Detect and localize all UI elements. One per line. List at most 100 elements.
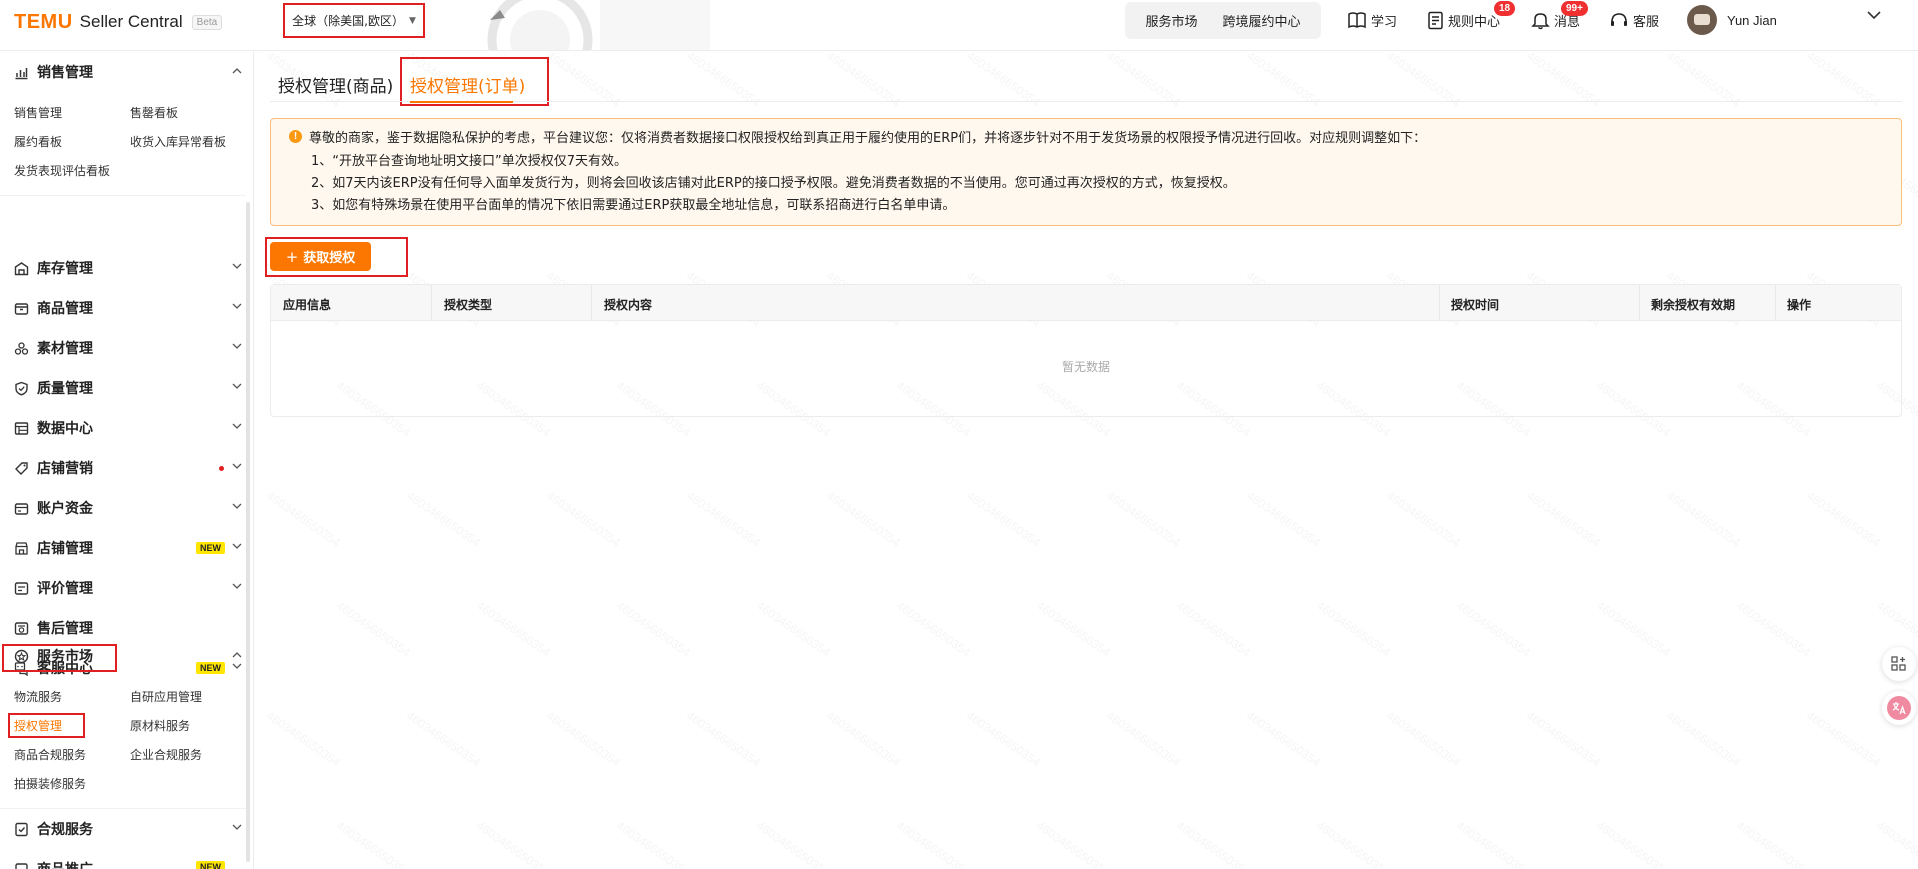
- watermark-text: 4603466650354: [1594, 818, 1673, 869]
- tab-divider: [270, 101, 1902, 102]
- watermark-text: 4603466650354: [1594, 598, 1673, 659]
- sidebar-item-label: 账户资金: [37, 501, 93, 517]
- chevron-down-icon: [232, 583, 242, 589]
- sidebar-item-label: 数据中心: [37, 421, 93, 437]
- get-authorization-button[interactable]: + 获取授权: [270, 242, 371, 271]
- watermark-text: 4603466650354: [1664, 708, 1743, 769]
- new-badge: NEW: [196, 542, 225, 554]
- sidebar-item-wallet[interactable]: 账户资金: [0, 491, 246, 525]
- sidebar-item-label: 售后管理: [37, 621, 93, 637]
- column-separator: [431, 285, 432, 321]
- column-separator: [591, 285, 592, 321]
- translate-button[interactable]: [1882, 691, 1916, 725]
- watermark-text: 4603466650354: [894, 818, 973, 869]
- compliance-icon: [15, 822, 28, 837]
- watermark-text: 4603466650354: [1734, 598, 1813, 659]
- watermark-text: 4603466650354: [264, 488, 343, 549]
- sidebar-item-service-market[interactable]: 服务市场: [0, 639, 246, 673]
- chevron-down-icon[interactable]: [1866, 10, 1882, 20]
- column-header: 授权内容: [604, 298, 653, 312]
- divider: [0, 808, 246, 809]
- temu-logo[interactable]: TEMU Seller Central Beta: [14, 10, 223, 33]
- sidebar-item-tag[interactable]: 店铺营销: [0, 451, 246, 485]
- region-selector[interactable]: 全球（除美国,欧区） ▼: [283, 3, 425, 38]
- chevron-down-icon: [232, 463, 242, 469]
- sidebar-sub-logistics-service[interactable]: 物流服务: [14, 688, 62, 705]
- learn-link[interactable]: 学习: [1347, 7, 1397, 33]
- sidebar-sub-sales-management[interactable]: 销售管理: [14, 104, 62, 121]
- messages-count-badge: 99+: [1561, 1, 1588, 16]
- chart-icon: [15, 68, 28, 80]
- chevron-down-icon: [232, 343, 242, 349]
- add-widget-button[interactable]: [1882, 647, 1916, 681]
- material-icon: [14, 342, 29, 355]
- chevron-down-icon: [232, 824, 242, 830]
- watermark-text: 4603466650354: [1454, 818, 1533, 869]
- sidebar-item-label: 合规服务: [37, 822, 93, 838]
- watermark-text: 4603466650354: [894, 598, 973, 659]
- watermark-text: 4603466650354: [1034, 598, 1113, 659]
- watermark-text: 4603466650354: [754, 818, 833, 869]
- shield-icon: [15, 381, 28, 396]
- sidebar-scrollbar[interactable]: [246, 202, 250, 862]
- sidebar-sub-shipping-evaluation-board[interactable]: 发货表现评估看板: [14, 162, 110, 179]
- sidebar-item-box[interactable]: 商品管理: [0, 291, 246, 325]
- sidebar-sub-receiving-exception-board[interactable]: 收货入库异常看板: [130, 133, 226, 150]
- sidebar-item-review[interactable]: 评价管理: [0, 571, 246, 605]
- document-icon: [1428, 11, 1443, 29]
- watermark-text: 4603466650354: [334, 818, 413, 869]
- sidebar-item-warehouse[interactable]: 库存管理: [0, 251, 246, 285]
- watermark-text: 4603466650354: [684, 708, 763, 769]
- aftersale-icon: [14, 622, 29, 635]
- watermark-text: 4603466650354: [1804, 488, 1883, 549]
- tab-authorization-orders[interactable]: 授权管理(订单): [410, 72, 525, 97]
- cross-border-fulfillment-link[interactable]: 跨境履约中心: [1222, 11, 1300, 30]
- beta-badge: Beta: [191, 14, 223, 30]
- chevron-down-icon: [232, 303, 242, 309]
- watermark-text: 4603466650354: [1034, 818, 1113, 869]
- avatar: [1687, 5, 1717, 35]
- sidebar-sub-self-developed-app[interactable]: 自研应用管理: [130, 688, 202, 705]
- tab-authorization-products[interactable]: 授权管理(商品): [278, 72, 393, 97]
- watermark-text: 4603466650354: [684, 488, 763, 549]
- customer-service-link[interactable]: 客服: [1609, 7, 1659, 33]
- watermark-text: 4603466650354: [474, 598, 553, 659]
- chevron-down-icon: ▼: [408, 15, 416, 26]
- sidebar-sub-raw-material-service[interactable]: 原材料服务: [130, 717, 190, 734]
- chevron-down-icon: [232, 423, 242, 429]
- sidebar-sub-soldout-board[interactable]: 售罄看板: [130, 104, 178, 121]
- promotion-icon: [15, 863, 28, 869]
- header-decoration: [480, 0, 720, 50]
- sidebar-item-label: 质量管理: [37, 381, 93, 397]
- sidebar-sub-product-compliance[interactable]: 商品合规服务: [14, 746, 86, 763]
- wallet-icon: [14, 503, 29, 515]
- sidebar-item-data[interactable]: 数据中心: [0, 411, 246, 445]
- region-selector-label: 全球（除美国,欧区）: [292, 14, 404, 28]
- sidebar-item-compliance-service[interactable]: 合规服务: [0, 812, 246, 846]
- logo-brand: TEMU: [14, 10, 73, 33]
- sidebar-sub-photo-decoration[interactable]: 拍摄装修服务: [14, 775, 86, 792]
- chevron-up-icon: [232, 68, 242, 74]
- column-header: 授权类型: [444, 298, 493, 312]
- sidebar-item-shield[interactable]: 质量管理: [0, 371, 246, 405]
- sidebar-sub-enterprise-compliance[interactable]: 企业合规服务: [130, 746, 202, 763]
- sidebar-item-sales[interactable]: 销售管理: [0, 55, 246, 89]
- sidebar-sub-authorization-management[interactable]: 授权管理: [14, 717, 62, 734]
- user-menu[interactable]: Yun Jian: [1687, 4, 1777, 36]
- sidebar-sub-fulfillment-board[interactable]: 履约看板: [14, 133, 62, 150]
- sidebar-item-product-promotion[interactable]: 商品推广 NEW: [0, 852, 246, 869]
- notice-line: 2、如7天内该ERP没有任何导入面单发货行为，则将会回收该店铺对此ERP的接口授…: [311, 176, 1236, 191]
- watermark-text: 4603466650354: [754, 598, 833, 659]
- sidebar-item-label: 店铺营销: [37, 461, 93, 477]
- service-market-link[interactable]: 服务市场: [1145, 11, 1197, 30]
- grid-plus-icon: [1891, 656, 1906, 671]
- watermark-text: 4603466650354: [1454, 598, 1533, 659]
- sidebar-item-store[interactable]: 店铺管理 NEW: [0, 531, 246, 565]
- watermark-text: 4603466650354: [474, 818, 553, 869]
- watermark-text: 4603466650354: [1244, 708, 1323, 769]
- sidebar-item-material[interactable]: 素材管理: [0, 331, 246, 365]
- warning-icon: !: [289, 130, 302, 143]
- rules-center-link[interactable]: 规则中心: [1427, 7, 1500, 33]
- chevron-down-icon: [232, 503, 242, 509]
- header-quick-links: 服务市场 跨境履约中心: [1125, 2, 1321, 39]
